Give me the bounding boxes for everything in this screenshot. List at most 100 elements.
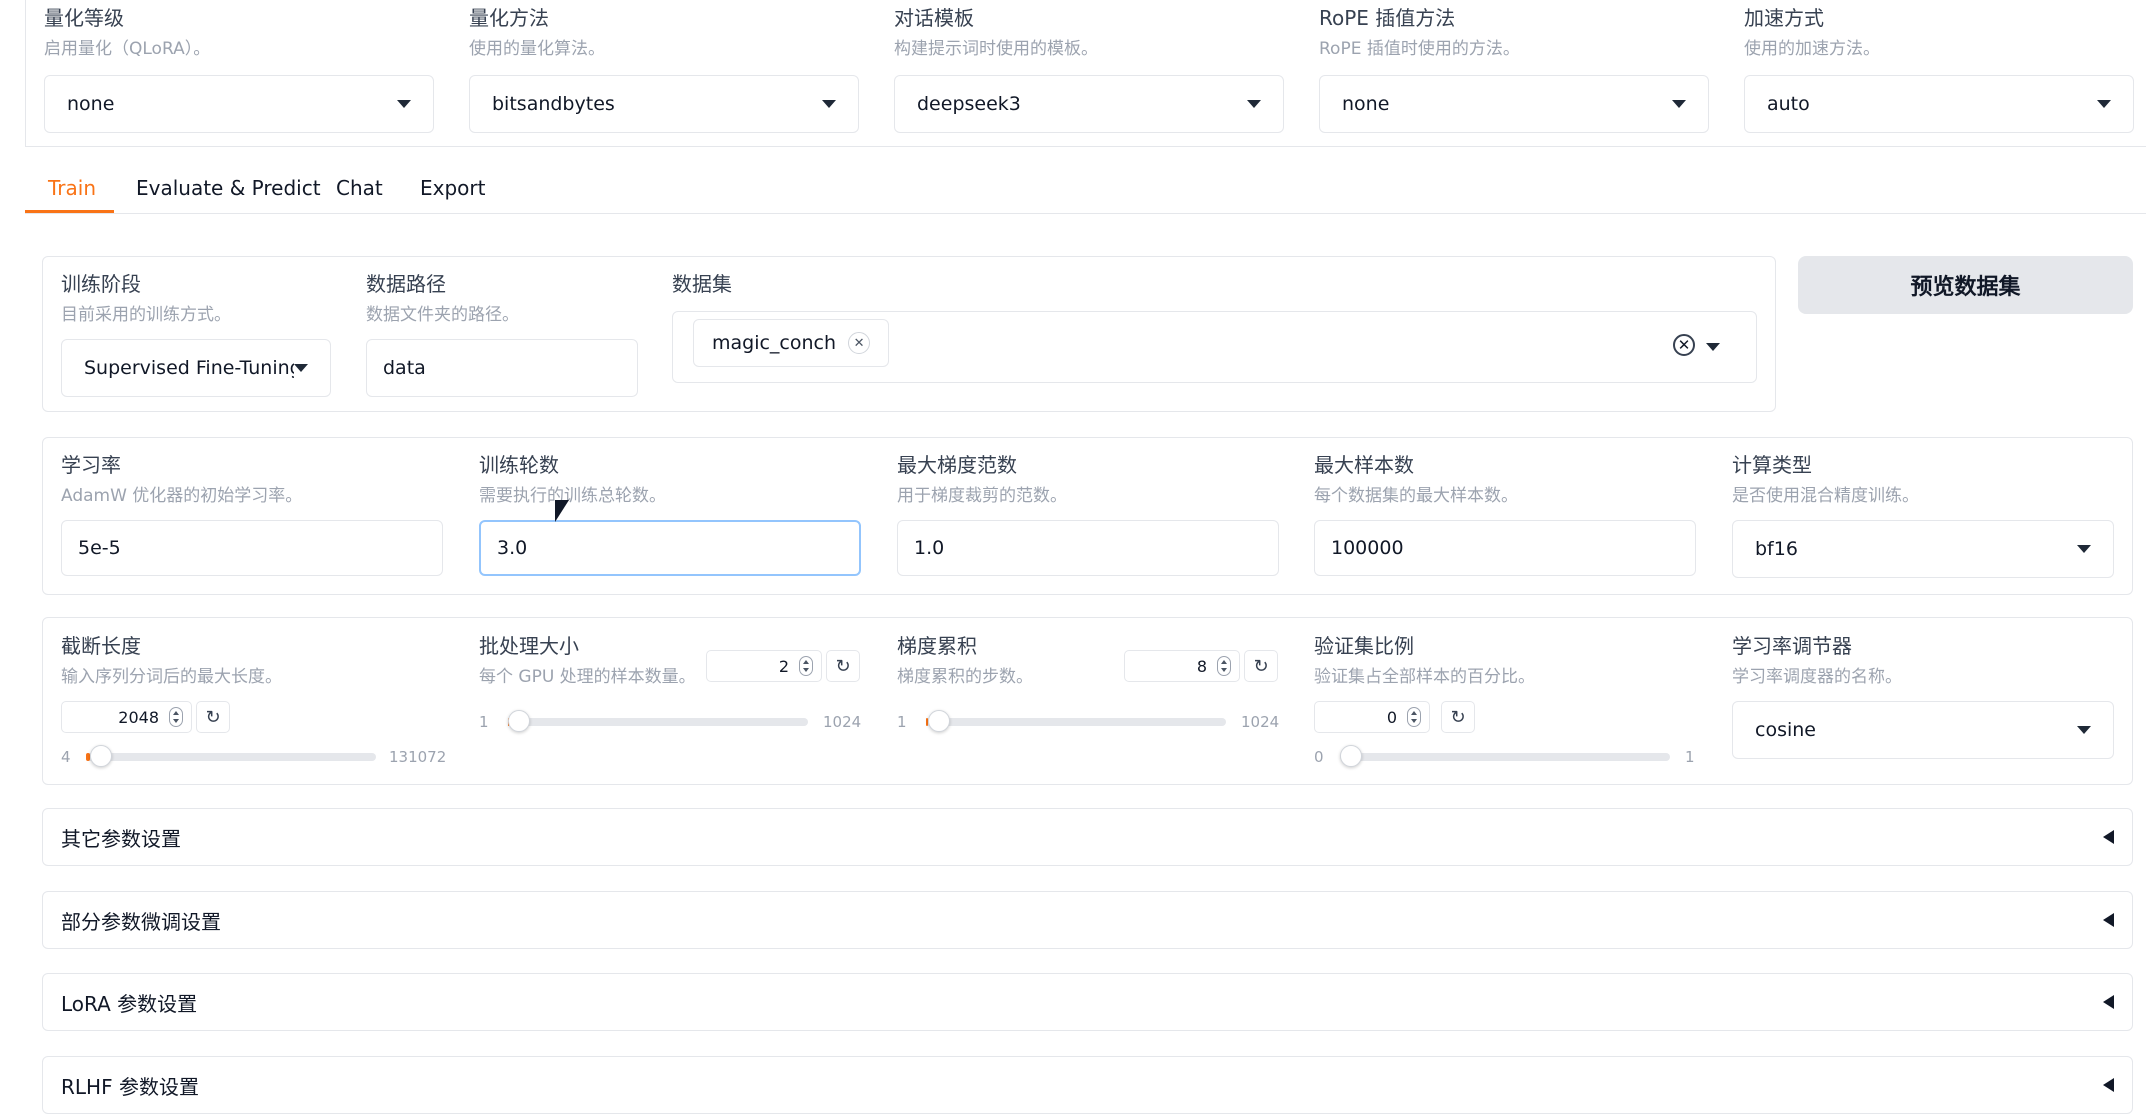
reset-icon: ↻	[835, 656, 850, 677]
clear-selection-icon[interactable]: ✕	[1673, 334, 1695, 356]
field-label: 批处理大小	[479, 634, 696, 658]
accordion-lora-settings[interactable]: LoRA 参数设置	[42, 973, 2133, 1031]
lr-scheduler-select[interactable]: cosine	[1732, 701, 2114, 759]
tab-train[interactable]: Train	[48, 176, 96, 200]
caret-down-icon	[822, 100, 836, 108]
accordion-freeze-settings[interactable]: 部分参数微调设置	[42, 891, 2133, 949]
select-value: auto	[1767, 93, 2097, 115]
field-hint: 启用量化（QLoRA）。	[44, 38, 210, 60]
remove-chip-icon[interactable]: ✕	[848, 332, 870, 354]
slider-thumb[interactable]	[928, 710, 950, 732]
slider-max: 1	[1685, 748, 1695, 766]
template-select[interactable]: deepseek3	[894, 75, 1284, 133]
tab-evaluate-predict[interactable]: Evaluate & Predict	[136, 176, 321, 200]
field-label: 学习率	[61, 453, 302, 477]
max-grad-norm-input[interactable]: 1.0	[897, 520, 1279, 576]
rope-scaling-field: RoPE 插值方法 RoPE 插值时使用的方法。	[1319, 6, 1520, 60]
cutoff-length-slider[interactable]	[86, 753, 376, 761]
max-samples-field: 最大样本数 每个数据集的最大样本数。	[1314, 453, 1518, 507]
slider-thumb[interactable]	[1340, 745, 1362, 767]
number-value: 0	[1387, 708, 1397, 727]
booster-select[interactable]: auto	[1744, 75, 2134, 133]
field-label: RoPE 插值方法	[1319, 6, 1520, 30]
field-hint: 目前采用的训练方式。	[61, 304, 231, 326]
accordion-extra-settings[interactable]: 其它参数设置	[42, 808, 2133, 866]
training-stage-field: 训练阶段 目前采用的训练方式。	[61, 272, 231, 326]
field-label: 量化等级	[44, 6, 210, 30]
grad-accum-reset-button[interactable]: ↻	[1244, 650, 1278, 682]
grad-accum-slider[interactable]	[926, 718, 1226, 726]
spinner-icon[interactable]	[169, 707, 183, 727]
triangle-left-icon	[2103, 995, 2114, 1009]
top-config-panel: 量化等级 启用量化（QLoRA）。 none 量化方法 使用的量化算法。 bit…	[25, 0, 2146, 147]
main-tabs: Train Evaluate & Predict Chat Export	[25, 168, 2146, 214]
caret-down-icon	[1672, 100, 1686, 108]
val-size-number[interactable]: 0	[1314, 701, 1430, 733]
learning-rate-input[interactable]: 5e-5	[61, 520, 443, 576]
grad-accum-field: 梯度累积 梯度累积的步数。	[897, 634, 1033, 688]
field-hint: 构建提示词时使用的模板。	[894, 38, 1098, 60]
batch-size-reset-button[interactable]: ↻	[826, 650, 860, 682]
tab-export[interactable]: Export	[420, 176, 485, 200]
quantization-bit-select[interactable]: none	[44, 75, 434, 133]
select-value: none	[1342, 93, 1672, 115]
dataset-field: 数据集	[672, 272, 732, 296]
triangle-left-icon	[2103, 830, 2114, 844]
max-samples-input[interactable]: 100000	[1314, 520, 1696, 576]
caret-down-icon	[294, 364, 308, 372]
select-value: none	[67, 93, 397, 115]
field-hint: 数据文件夹的路径。	[366, 304, 519, 326]
slider-max: 1024	[823, 713, 861, 731]
field-label: 量化方法	[469, 6, 605, 30]
field-hint: 每个 GPU 处理的样本数量。	[479, 666, 696, 688]
field-hint: 用于梯度裁剪的范数。	[897, 485, 1067, 507]
preview-dataset-button[interactable]: 预览数据集	[1798, 256, 2133, 314]
mouse-cursor-icon	[555, 500, 569, 522]
quantization-method-field: 量化方法 使用的量化算法。	[469, 6, 605, 60]
cutoff-length-reset-button[interactable]: ↻	[196, 701, 230, 733]
field-label: 训练轮数	[479, 453, 666, 477]
dataset-caret-down-icon[interactable]	[1706, 343, 1720, 351]
data-path-field: 数据路径 数据文件夹的路径。	[366, 272, 519, 326]
field-label: 最大样本数	[1314, 453, 1518, 477]
batch-size-slider[interactable]	[508, 718, 808, 726]
spinner-icon[interactable]	[1217, 656, 1231, 676]
field-label: 验证集比例	[1314, 634, 1535, 658]
cutoff-length-number[interactable]: 2048	[61, 701, 192, 733]
field-label: 截断长度	[61, 634, 282, 658]
val-size-reset-button[interactable]: ↻	[1441, 701, 1475, 733]
field-hint: RoPE 插值时使用的方法。	[1319, 38, 1520, 60]
field-label: 数据集	[672, 272, 732, 296]
compute-type-select[interactable]: bf16	[1732, 520, 2114, 578]
accordion-title: LoRA 参数设置	[61, 988, 2103, 1017]
slider-min: 0	[1314, 748, 1324, 766]
max-grad-norm-field: 最大梯度范数 用于梯度裁剪的范数。	[897, 453, 1067, 507]
caret-down-icon	[2097, 100, 2111, 108]
reset-icon: ↻	[205, 707, 220, 728]
spinner-icon[interactable]	[799, 656, 813, 676]
tab-chat[interactable]: Chat	[336, 176, 383, 200]
field-hint: 使用的加速方法。	[1744, 38, 1880, 60]
accordion-title: RLHF 参数设置	[61, 1071, 2103, 1100]
compute-type-field: 计算类型 是否使用混合精度训练。	[1732, 453, 1919, 507]
training-stage-select[interactable]: Supervised Fine-Tuning	[61, 339, 331, 397]
field-hint: 输入序列分词后的最大长度。	[61, 666, 282, 688]
triangle-left-icon	[2103, 913, 2114, 927]
slider-max: 1024	[1241, 713, 1279, 731]
spinner-icon[interactable]	[1407, 707, 1421, 727]
quantization-method-select[interactable]: bitsandbytes	[469, 75, 859, 133]
field-label: 学习率调节器	[1732, 634, 1902, 658]
number-value: 8	[1197, 657, 1207, 676]
select-value: deepseek3	[917, 93, 1247, 115]
quantization-bit-field: 量化等级 启用量化（QLoRA）。	[44, 6, 210, 60]
grad-accum-number[interactable]: 8	[1124, 650, 1240, 682]
val-size-field: 验证集比例 验证集占全部样本的百分比。	[1314, 634, 1535, 688]
rope-scaling-select[interactable]: none	[1319, 75, 1709, 133]
accordion-title: 部分参数微调设置	[61, 906, 2103, 935]
epochs-input[interactable]: 3.0	[479, 520, 861, 576]
batch-size-number[interactable]: 2	[706, 650, 822, 682]
field-label: 训练阶段	[61, 272, 231, 296]
accordion-rlhf-settings[interactable]: RLHF 参数设置	[42, 1056, 2133, 1114]
val-size-slider[interactable]	[1340, 753, 1670, 761]
data-path-input[interactable]: data	[366, 339, 638, 397]
